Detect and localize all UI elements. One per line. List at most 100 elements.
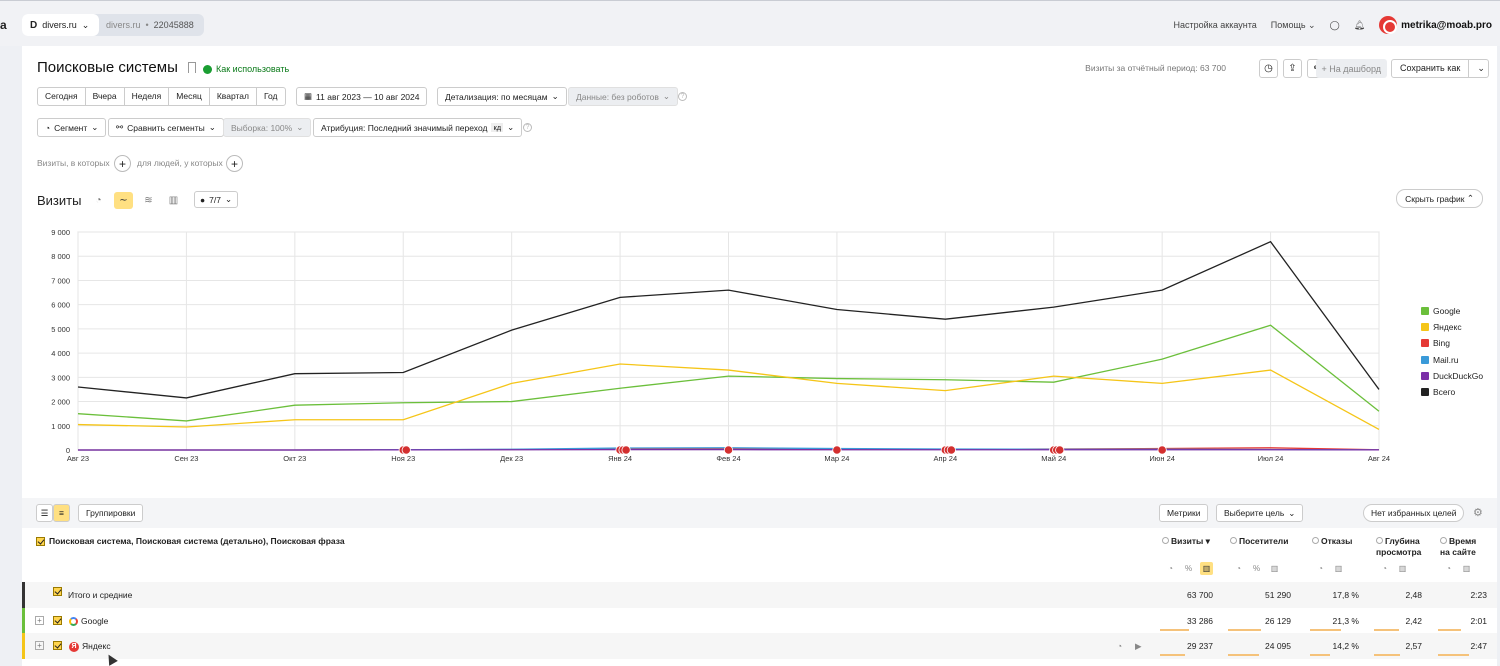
bookmark-icon[interactable]: [188, 62, 196, 73]
to-dashboard-button[interactable]: + На дашборд: [1315, 59, 1387, 78]
help-icon[interactable]: ?: [523, 123, 532, 132]
list-view-icon[interactable]: ☰: [36, 504, 53, 522]
legend-item[interactable]: Яндекс: [1421, 319, 1483, 335]
legend-item[interactable]: Всего: [1421, 384, 1483, 400]
site-selector[interactable]: D divers.ru ⌄ divers.ru • 22045888: [22, 14, 204, 36]
percent-icon[interactable]: %: [1250, 562, 1263, 575]
pie-icon[interactable]: ◔: [1164, 562, 1177, 575]
calendar-icon: ▦: [304, 91, 313, 101]
legend-checkbox[interactable]: [1421, 307, 1429, 316]
segment-label: Сегмент: [54, 122, 88, 133]
percent-icon[interactable]: %: [1182, 562, 1195, 575]
hide-chart-button[interactable]: Скрыть график ⌃: [1396, 189, 1483, 208]
legend-item[interactable]: Google: [1421, 303, 1483, 319]
period-month[interactable]: Месяц: [169, 88, 210, 105]
gear-icon[interactable]: ⚙: [1473, 506, 1483, 519]
compare-segments-button[interactable]: ⚯ Сравнить сегменты ⌄: [108, 118, 224, 137]
period-year[interactable]: Год: [257, 88, 285, 105]
pie-icon[interactable]: ◔: [1378, 562, 1391, 575]
legend-checkbox[interactable]: [1421, 355, 1429, 364]
column-header[interactable]: Время на сайте: [1440, 536, 1476, 558]
site-dropdown[interactable]: D divers.ru ⌄: [22, 14, 99, 36]
date-range-button[interactable]: ▦ 11 авг 2023 — 10 авг 2024: [296, 87, 428, 106]
row-checkbox[interactable]: [53, 615, 62, 625]
pie-icon[interactable]: ◔: [1232, 562, 1245, 575]
table-row[interactable]: + Google 33 286 26 129 21,3 % 2,42 2:01: [22, 607, 1497, 634]
table-row[interactable]: + Я Яндекс ◔ ▶ 29 237 24 095 14,2 % 2,57 2:47: [22, 633, 1497, 659]
metric-share-bar: [1160, 654, 1186, 656]
pie-chart-icon[interactable]: ◔: [89, 192, 108, 209]
legend-item[interactable]: Mail.ru: [1421, 352, 1483, 368]
play-icon[interactable]: ▶: [1135, 641, 1142, 652]
table-row[interactable]: Итого и средние 63 700 51 290 17,8 % 2,48 2:2…: [22, 582, 1497, 608]
howto-link[interactable]: Как использовать: [203, 64, 289, 74]
tree-view-icon[interactable]: ≡: [53, 504, 70, 522]
expand-row-button[interactable]: +: [35, 641, 44, 650]
pie-icon[interactable]: ◔: [1117, 641, 1122, 651]
info-icon[interactable]: [1312, 537, 1319, 544]
info-icon[interactable]: [1230, 537, 1237, 544]
y-tick-label: 6 000: [51, 301, 70, 310]
add-people-condition-button[interactable]: +: [226, 155, 243, 172]
history-icon[interactable]: ◷: [1259, 59, 1278, 78]
bar-chart-icon[interactable]: ▥: [164, 192, 183, 209]
legend-checkbox[interactable]: [1421, 388, 1429, 397]
add-visit-condition-button[interactable]: +: [114, 155, 131, 172]
row-checkbox[interactable]: [53, 641, 62, 650]
column-header[interactable]: Визиты ▾: [1162, 536, 1210, 547]
data-filter-dropdown[interactable]: Данные: без роботов ⌄: [568, 87, 679, 106]
column-header[interactable]: Посетители: [1230, 536, 1288, 547]
period-yesterday[interactable]: Вчера: [86, 88, 125, 105]
sample-dropdown[interactable]: Выборка: 100% ⌄: [223, 118, 312, 137]
attribution-dropdown[interactable]: Атрибуция: Последний значимый переход кд…: [313, 118, 523, 137]
chat-icon[interactable]: ◯: [1330, 20, 1340, 31]
info-icon[interactable]: [1376, 537, 1383, 544]
row-checkbox[interactable]: [53, 587, 62, 596]
expand-row-button[interactable]: +: [35, 615, 44, 625]
export-icon[interactable]: ⇪: [1283, 59, 1302, 78]
favorite-goals-button[interactable]: Нет избранных целей: [1363, 504, 1465, 522]
account-settings-link[interactable]: Настройка аккаунта: [1173, 20, 1256, 30]
chevron-down-icon[interactable]: ⌄: [1477, 63, 1485, 74]
note-marker: [1055, 445, 1065, 455]
note-marker: [401, 445, 411, 455]
detail-dropdown[interactable]: Детализация: по месяцам ⌄: [437, 87, 567, 106]
period-quarter[interactable]: Квартал: [210, 88, 257, 105]
app-logo[interactable]: a: [0, 18, 7, 32]
attribution-tag: кд: [491, 123, 504, 132]
help-menu[interactable]: Помощь ⌄: [1271, 20, 1316, 31]
select-all-checkbox[interactable]: [36, 537, 45, 546]
user-menu[interactable]: metrika@moab.pro: [1379, 16, 1492, 34]
period-week[interactable]: Неделя: [125, 88, 170, 105]
help-icon[interactable]: ?: [678, 92, 687, 101]
bar-icon[interactable]: ▥: [1460, 562, 1473, 575]
bar-icon[interactable]: ▥: [1396, 562, 1409, 575]
legend-checkbox[interactable]: [1421, 371, 1429, 380]
legend-item[interactable]: Bing: [1421, 335, 1483, 351]
metrics-button[interactable]: Метрики: [1159, 504, 1209, 522]
info-icon[interactable]: [1162, 537, 1169, 544]
column-header[interactable]: Отказы: [1312, 536, 1352, 547]
groupings-button[interactable]: Группировки: [78, 504, 144, 522]
legend-checkbox[interactable]: [1421, 339, 1429, 348]
goal-dropdown[interactable]: Выберите цель ⌄: [1216, 504, 1304, 522]
pie-icon[interactable]: ◔: [1442, 562, 1455, 575]
info-icon[interactable]: [1440, 537, 1447, 544]
save-as-label: Сохранить как: [1392, 60, 1470, 77]
area-chart-icon[interactable]: ≋: [139, 192, 158, 209]
bar-icon[interactable]: ▥: [1200, 562, 1213, 575]
data-filter-label: Данные: без роботов: [576, 91, 659, 102]
notes-dropdown[interactable]: ● 7/7 ⌄: [194, 191, 239, 208]
bar-icon[interactable]: ▥: [1268, 562, 1281, 575]
bell-icon[interactable]: 🔔︎: [1354, 20, 1365, 31]
segment-button[interactable]: ◔ Сегмент ⌄: [37, 118, 107, 137]
legend-checkbox[interactable]: [1421, 323, 1429, 332]
legend-item[interactable]: DuckDuckGo: [1421, 368, 1483, 384]
pie-icon[interactable]: ◔: [1314, 562, 1327, 575]
dimension-header[interactable]: Поисковая система, Поисковая система (де…: [36, 536, 345, 547]
line-chart-icon[interactable]: ∼: [114, 192, 133, 209]
period-today[interactable]: Сегодня: [38, 88, 86, 105]
bar-icon[interactable]: ▥: [1332, 562, 1345, 575]
save-as-button[interactable]: Сохранить как ⌄: [1391, 59, 1489, 78]
column-header[interactable]: Глубина просмотра: [1376, 536, 1421, 558]
